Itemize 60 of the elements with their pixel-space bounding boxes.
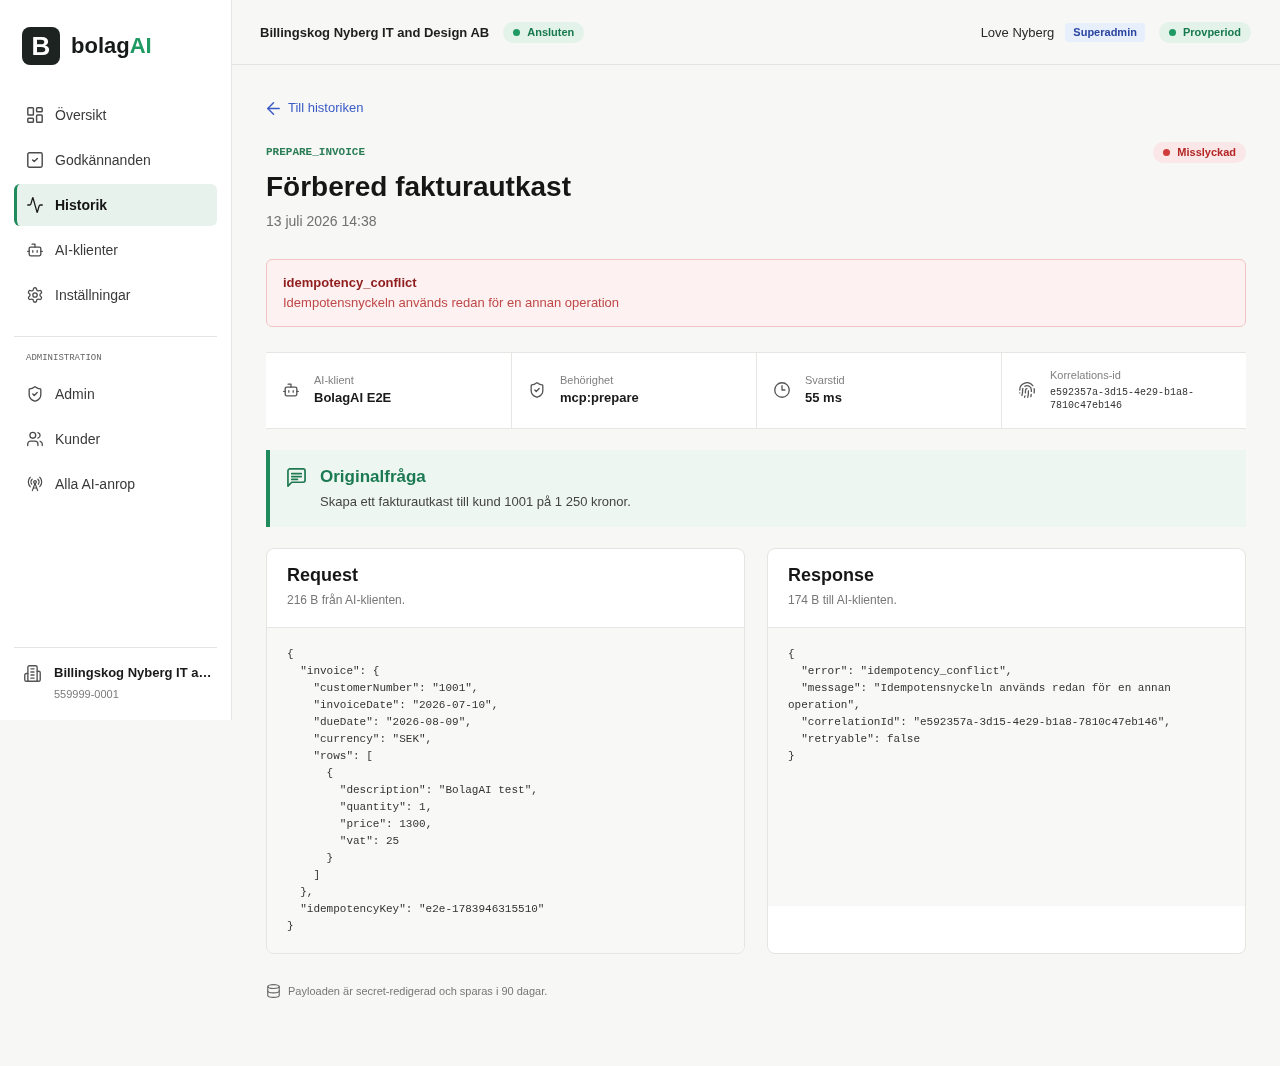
role-badge: Superadmin: [1065, 22, 1145, 42]
section-heading: ADMINISTRATION: [25, 352, 103, 365]
card-title: Response: [788, 563, 876, 587]
connection-status: Ansluten: [527, 25, 575, 39]
database-icon: [267, 983, 280, 998]
card-subtitle: 216 B från AI-klienten.: [287, 591, 407, 609]
detail-value: e592357a-3d15-4e29-b1a8-7810c47eb146: [1050, 386, 1196, 412]
footer-note: Payloaden är secret-redigerad och sparas i 90 dagar.: [288, 983, 548, 999]
grid-icon: [27, 107, 43, 123]
detail-value: mcp:prepare: [560, 389, 639, 407]
settings-icon: [27, 287, 43, 303]
robot-icon: [283, 382, 299, 398]
status-dot-icon: [1163, 148, 1171, 156]
check-square-icon: [27, 152, 43, 168]
logo-text: bolagAI: [71, 32, 152, 60]
detail-label: Svarstid: [805, 373, 845, 387]
robot-icon: [27, 242, 43, 258]
organization-name: Billingskog Nyberg IT a…: [54, 664, 212, 682]
error-message: Idempotensnyckeln används redan för en annan operation: [283, 293, 621, 312]
plan-status: Provperiod: [1182, 25, 1241, 39]
error-code: idempotency_conflict: [283, 273, 418, 292]
detail-label: AI-klient: [314, 373, 355, 387]
nav-item[interactable]: Inställningar: [14, 274, 217, 316]
nav-item[interactable]: Alla AI-anrop: [14, 463, 217, 505]
nav-item[interactable]: Admin: [14, 373, 217, 415]
organization-number: 559999-0001: [54, 687, 120, 702]
nav-item[interactable]: Kunder: [14, 418, 217, 460]
message-icon: [287, 467, 306, 487]
pulse-icon: [27, 197, 43, 213]
logo-mark: B: [22, 27, 60, 65]
page-title: Förbered fakturautkast: [266, 169, 572, 204]
nav-item[interactable]: Översikt: [14, 94, 217, 136]
users-icon: [27, 431, 43, 447]
shield-check-icon: [27, 386, 43, 402]
timestamp: 13 juli 2026 14:38: [266, 211, 378, 230]
shield-check-icon: [529, 382, 545, 398]
antenna-icon: [27, 476, 43, 492]
operation-name: PREPARE_INVOICE: [266, 145, 366, 159]
code-block: { "error": "idempotency_conflict", "message": "Idempotensnyckeln används redan för en annan operation", "correlationId": "e592357a-3d15-4e29-b1a8-7810c47eb146", "retryable": false }: [768, 627, 1245, 906]
nav-item[interactable]: AI-klienter: [14, 229, 217, 271]
nav-item[interactable]: Godkännanden: [14, 139, 217, 181]
building-icon: [24, 665, 41, 682]
back-link[interactable]: Till historiken: [266, 99, 364, 117]
code-block: { "invoice": { "customerNumber": "1001", "invoiceDate": "2026-07-10", "dueDate": "2026-08-09", "currency": "SEK", "rows": [ { "description": "BolagAI test", "quantity": 1, "price": 1300, "vat": 25 } ] }, "idempotencyKey": "e2e-1783946315510" }: [267, 627, 744, 953]
user-name: Love Nyberg: [980, 24, 1055, 40]
company-name: Billingskog Nyberg IT and Design AB: [260, 24, 490, 40]
card-title: Request: [287, 563, 359, 587]
nav-item[interactable]: Historik: [14, 184, 217, 226]
clock-icon: [774, 382, 790, 398]
detail-label: Behörighet: [560, 373, 615, 387]
detail-label: Korrelations-id: [1050, 368, 1122, 382]
run-status: Misslyckad: [1177, 145, 1236, 159]
question-title: Originalfråga: [320, 465, 427, 488]
question-text: Skapa ett fakturautkast till kund 1001 på 1 250 kronor.: [320, 492, 631, 511]
detail-value: 55 ms: [805, 389, 843, 407]
detail-value: BolagAI E2E: [314, 389, 392, 407]
status-dot-icon: [513, 28, 521, 36]
fingerprint-icon: [1019, 382, 1035, 398]
status-dot-icon: [1168, 28, 1176, 36]
card-subtitle: 174 B till AI-klienten.: [788, 591, 898, 609]
